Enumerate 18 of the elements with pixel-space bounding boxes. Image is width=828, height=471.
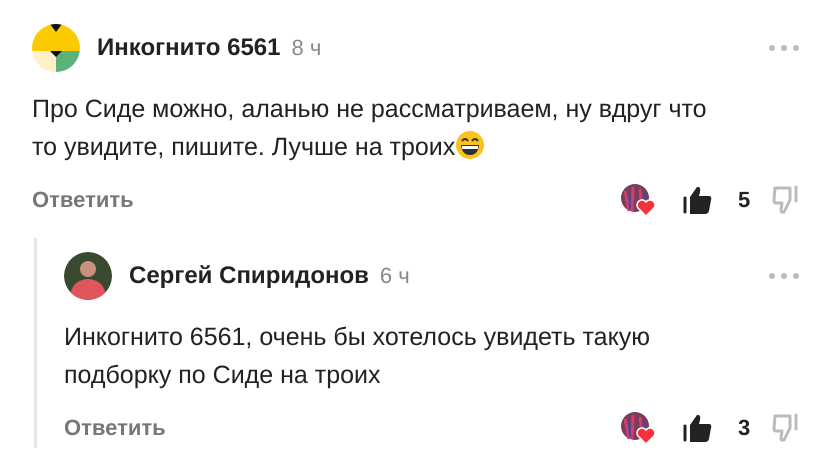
avatar-icon[interactable] <box>32 24 80 72</box>
thumbs-up-icon[interactable] <box>682 184 714 216</box>
reply-link[interactable]: Ответить <box>64 415 166 441</box>
comment-text: Про Сиде можно, аланью не рассматриваем, ну вдруг что то увидите, пишите. Лучше на троих <box>32 94 708 163</box>
author-name[interactable]: Сергей Спиридонов <box>129 262 369 290</box>
like-count: 3 <box>738 415 752 441</box>
avatar-photo[interactable] <box>64 252 112 300</box>
reply-link[interactable]: Ответить <box>32 187 134 213</box>
thumbs-down-icon[interactable] <box>772 184 800 216</box>
comment-text: Инкогнито 6561, очень бы хотелось увидеть такую подборку по Сиде на троих <box>64 322 652 391</box>
comment-time: 6 ч <box>380 263 410 289</box>
thumbs-up-icon[interactable] <box>682 412 714 444</box>
liker-avatar-icon[interactable] <box>620 183 656 217</box>
liker-avatar-icon[interactable] <box>620 411 656 445</box>
author-name[interactable]: Инкогнито 6561 <box>97 34 281 62</box>
thumbs-down-icon[interactable] <box>772 412 800 444</box>
comment-time: 8 ч <box>292 35 322 61</box>
like-count: 5 <box>738 187 752 213</box>
